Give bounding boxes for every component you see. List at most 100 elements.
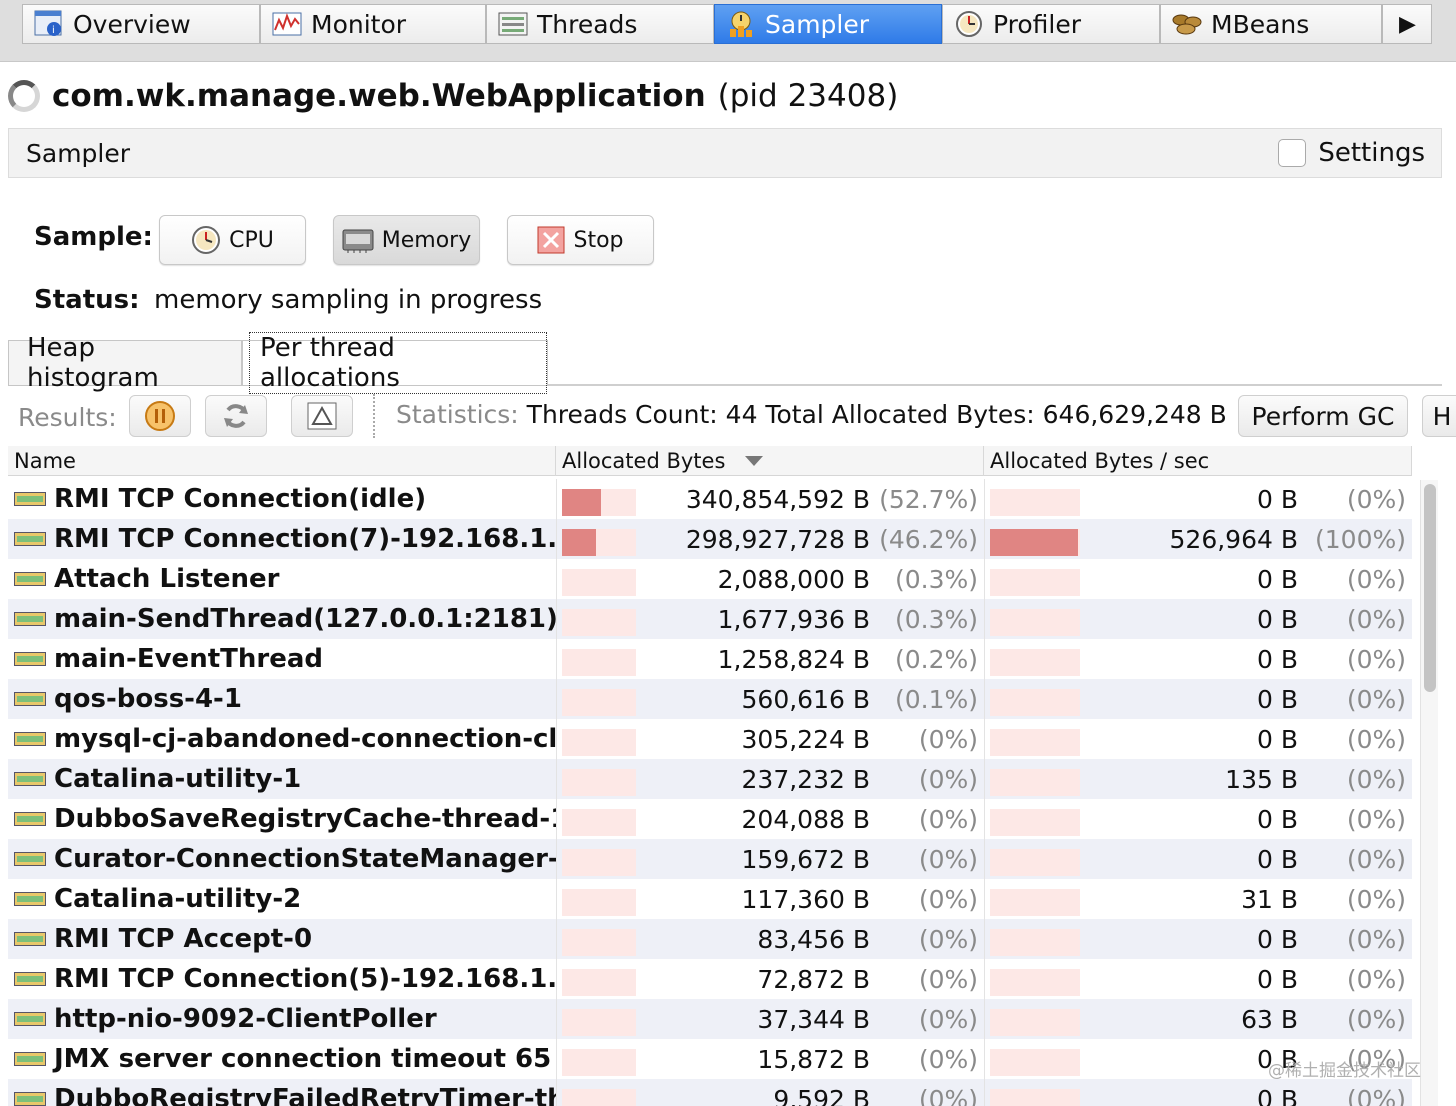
- allocated-rate-value: 0 B: [1256, 964, 1298, 994]
- stop-sample-button[interactable]: Stop: [507, 215, 654, 265]
- allocated-rate-value: 0 B: [1256, 644, 1298, 674]
- thread-icon: [14, 732, 46, 746]
- table-row[interactable]: main-EventThread 1,258,824 B (0.2%) 0 B (0%): [8, 639, 1412, 679]
- rate-bar: [990, 1009, 1080, 1036]
- app-title: com.wk.manage.web.WebApplication (pid 23…: [8, 74, 898, 118]
- thread-icon: [14, 812, 46, 826]
- memory-sample-button[interactable]: Memory: [333, 215, 480, 265]
- allocated-rate-percent: (0%): [1346, 764, 1406, 794]
- rate-bar: [990, 969, 1080, 996]
- column-label: Name: [14, 449, 76, 473]
- refresh-results-button[interactable]: [205, 395, 267, 437]
- table-row[interactable]: qos-boss-4-1 560,616 B (0.1%) 0 B (0%): [8, 679, 1412, 719]
- table-row[interactable]: main-SendThread(127.0.0.1:2181) 1,677,936…: [8, 599, 1412, 639]
- allocated-bar: [562, 809, 636, 836]
- allocated-rate-percent: (0%): [1346, 564, 1406, 594]
- allocated-rate-percent: (0%): [1346, 1084, 1406, 1106]
- column-header-allocated-per-sec[interactable]: Allocated Bytes / sec: [984, 446, 1412, 476]
- thread-name: DubboSaveRegistryCache-thread-1: [54, 804, 556, 834]
- table-body: RMI TCP Connection(idle) 340,854,592 B (52…: [8, 479, 1412, 1106]
- tab-label: Overview: [73, 9, 191, 39]
- allocated-percent: (0%): [918, 964, 978, 994]
- view-tab-bar: i Overview Monitor Threads Sampler Profi…: [0, 0, 1456, 62]
- table-row[interactable]: DubboSaveRegistryCache-thread-1 204,088 B…: [8, 799, 1412, 839]
- table-row[interactable]: http-nio-9092-ClientPoller 37,344 B (0%) 63…: [8, 999, 1412, 1039]
- thread-name: JMX server connection timeout 65: [54, 1044, 552, 1074]
- allocated-bar: [562, 489, 636, 516]
- results-label: Results:: [18, 402, 117, 432]
- table-row[interactable]: mysql-cj-abandoned-connection-cle 305,224…: [8, 719, 1412, 759]
- allocated-percent: (0.3%): [894, 604, 978, 634]
- column-divider: [984, 599, 985, 639]
- allocated-bar: [562, 849, 636, 876]
- column-header-allocated-bytes[interactable]: Allocated Bytes: [556, 446, 984, 476]
- column-divider: [984, 799, 985, 839]
- allocated-percent: (0%): [918, 764, 978, 794]
- tab-mbeans[interactable]: MBeans: [1160, 4, 1382, 44]
- table-row[interactable]: Curator-ConnectionStateManager-0 159,672 …: [8, 839, 1412, 879]
- column-label: Allocated Bytes: [562, 449, 726, 473]
- tab-label: MBeans: [1211, 9, 1310, 39]
- thread-name: main-EventThread: [54, 644, 323, 674]
- table-row[interactable]: Catalina-utility-2 117,360 B (0%) 31 B (0%): [8, 879, 1412, 919]
- allocated-bar: [562, 689, 636, 716]
- thread-icon: [14, 972, 46, 986]
- monitor-icon: [271, 10, 303, 38]
- column-header-name[interactable]: Name: [8, 446, 556, 476]
- thread-icon: [14, 892, 46, 906]
- thread-name-cell: Catalina-utility-2: [8, 879, 556, 919]
- settings-toggle[interactable]: Settings: [1278, 138, 1441, 168]
- delta-values-button[interactable]: [291, 395, 353, 437]
- table-row[interactable]: DubboRegistryFailedRetryTimer-thre 9,592 …: [8, 1079, 1412, 1106]
- scrollbar-thumb[interactable]: [1424, 484, 1436, 692]
- tab-per-thread-allocations[interactable]: Per thread allocations: [242, 332, 548, 394]
- column-divider: [984, 759, 985, 799]
- thread-icon: [14, 852, 46, 866]
- tab-monitor[interactable]: Monitor: [260, 4, 486, 44]
- tab-sampler[interactable]: Sampler: [714, 4, 942, 44]
- statistics-label: Statistics:: [396, 400, 519, 429]
- column-divider: [556, 479, 557, 519]
- cpu-sample-button[interactable]: CPU: [159, 215, 306, 265]
- tab-threads[interactable]: Threads: [486, 4, 714, 44]
- allocated-percent: (0.2%): [894, 644, 978, 674]
- thread-name: Attach Listener: [54, 564, 280, 594]
- thread-icon: [14, 932, 46, 946]
- allocated-rate-percent: (100%): [1315, 524, 1406, 554]
- rate-bar: [990, 809, 1080, 836]
- svg-text:i: i: [52, 25, 55, 36]
- table-row[interactable]: RMI TCP Accept-0 83,456 B (0%) 0 B (0%): [8, 919, 1412, 959]
- tab-overview[interactable]: i Overview: [22, 4, 260, 44]
- heap-dump-button[interactable]: H: [1422, 395, 1456, 437]
- results-tab-bar: Heap histogram Per thread allocations: [8, 332, 1442, 394]
- sort-descending-icon: [745, 456, 764, 466]
- column-divider: [984, 1079, 985, 1106]
- rate-bar-fill: [990, 529, 1078, 556]
- tab-scroll-right-button[interactable]: ▶: [1382, 4, 1432, 44]
- allocated-percent: (0%): [918, 884, 978, 914]
- allocated-rate-value: 0 B: [1256, 1044, 1298, 1074]
- allocated-bytes-value: 2,088,000 B: [717, 564, 870, 594]
- allocated-rate-percent: (0%): [1346, 924, 1406, 954]
- table-row[interactable]: RMI TCP Connection(7)-192.168.1.3 298,927…: [8, 519, 1412, 559]
- tab-heap-histogram[interactable]: Heap histogram: [8, 333, 242, 393]
- thread-name-cell: RMI TCP Connection(7)-192.168.1.3: [8, 519, 556, 559]
- arrow-right-icon: ▶: [1399, 11, 1416, 37]
- allocated-bar: [562, 529, 636, 556]
- refresh-icon: [224, 404, 248, 428]
- table-row[interactable]: Catalina-utility-1 237,232 B (0%) 135 B (0%): [8, 759, 1412, 799]
- allocated-bar: [562, 889, 636, 916]
- table-row[interactable]: JMX server connection timeout 65 15,872 B…: [8, 1039, 1412, 1079]
- pause-results-button[interactable]: [129, 395, 191, 437]
- tab-profiler[interactable]: Profiler: [942, 4, 1160, 44]
- column-divider: [984, 919, 985, 959]
- vertical-scrollbar[interactable]: [1420, 480, 1438, 1106]
- column-divider: [984, 839, 985, 879]
- rate-bar: [990, 929, 1080, 956]
- settings-checkbox[interactable]: [1278, 139, 1307, 167]
- table-row[interactable]: Attach Listener 2,088,000 B (0.3%) 0 B (0%): [8, 559, 1412, 599]
- perform-gc-button[interactable]: Perform GC: [1238, 395, 1408, 437]
- table-row[interactable]: RMI TCP Connection(5)-192.168.1.3 72,872 …: [8, 959, 1412, 999]
- allocated-bar: [562, 1049, 636, 1076]
- table-row[interactable]: RMI TCP Connection(idle) 340,854,592 B (52…: [8, 479, 1412, 519]
